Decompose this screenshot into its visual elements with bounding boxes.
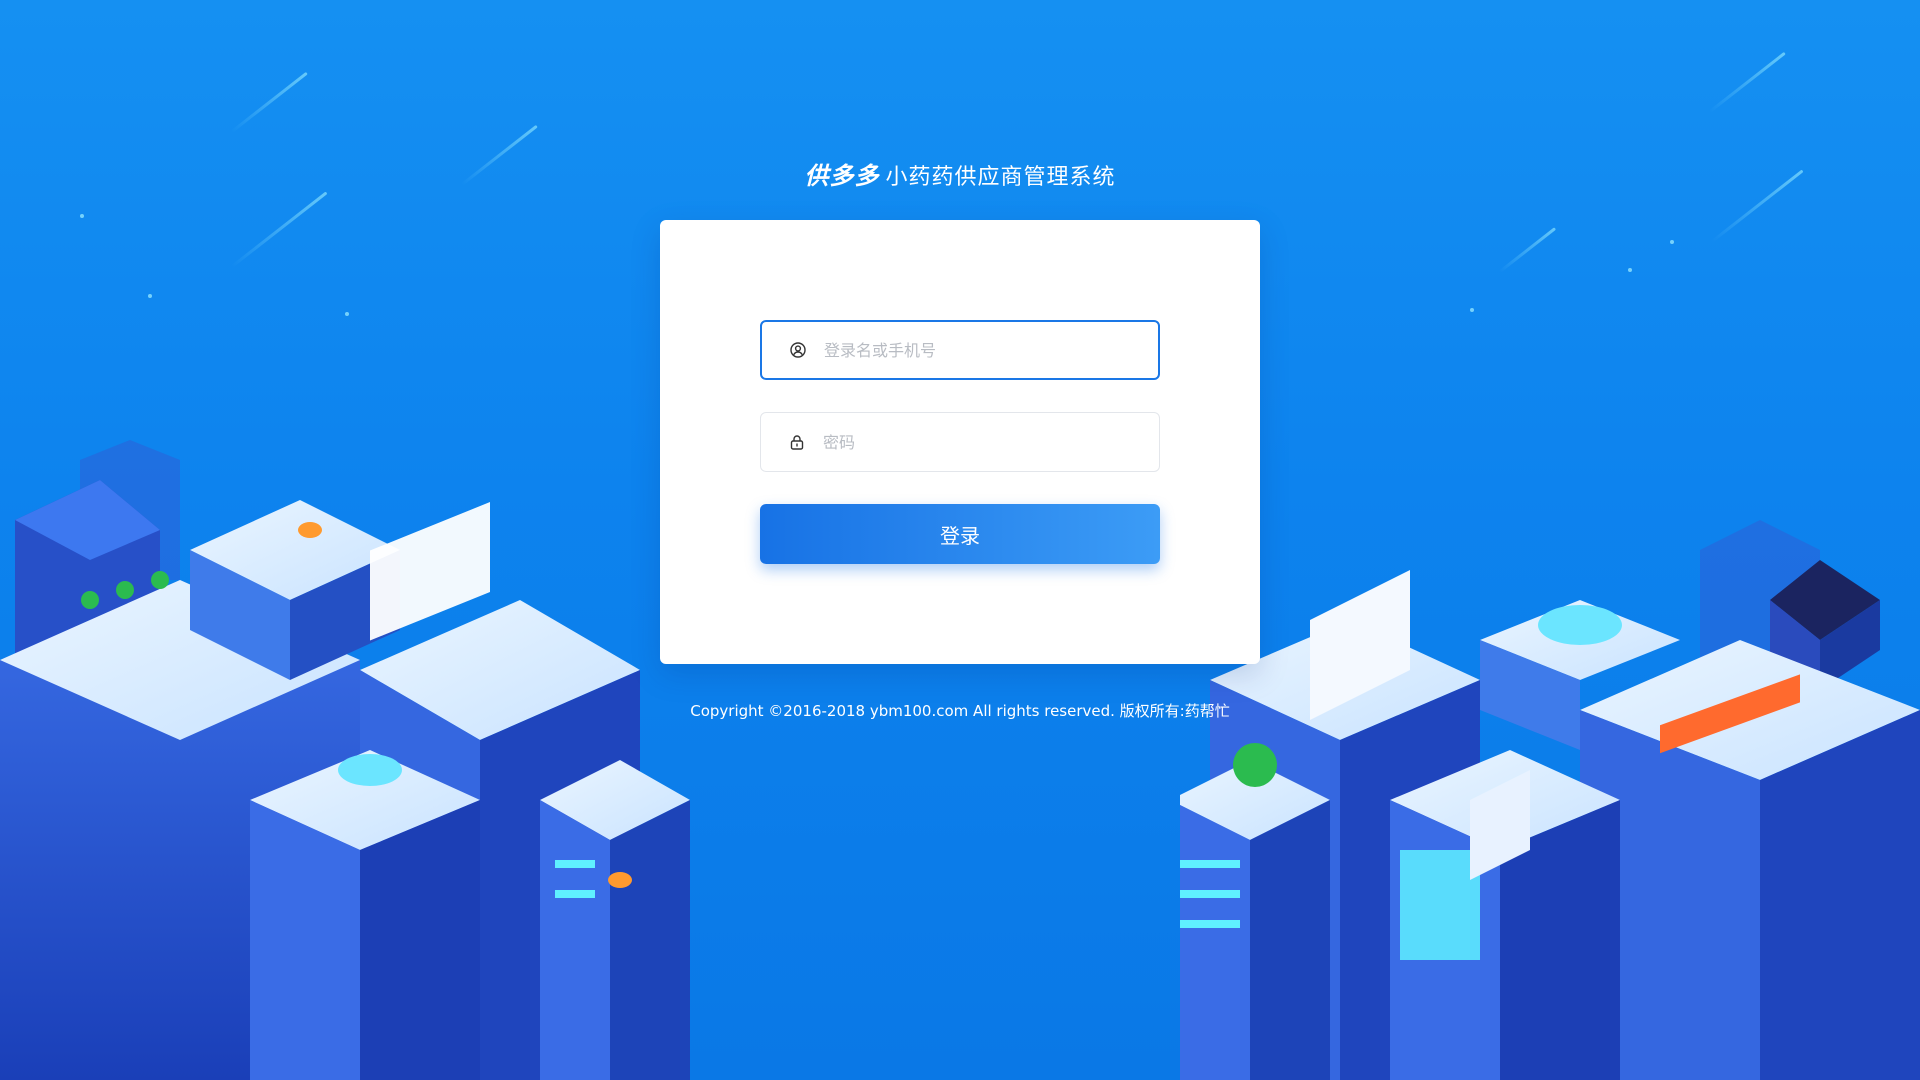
star-decoration — [1670, 240, 1674, 244]
password-input[interactable] — [821, 431, 1159, 453]
login-button[interactable]: 登录 — [760, 504, 1160, 564]
password-field[interactable] — [760, 412, 1160, 472]
star-decoration — [1628, 268, 1632, 272]
streak-decoration — [1499, 227, 1557, 273]
login-card: 登录 — [660, 220, 1260, 664]
left-city-illustration — [0, 440, 690, 1080]
right-city-illustration — [1180, 520, 1920, 1080]
username-input[interactable] — [822, 339, 1158, 361]
star-decoration — [1470, 308, 1474, 312]
star-decoration — [148, 294, 152, 298]
star-decoration — [80, 214, 84, 218]
user-icon — [790, 341, 808, 359]
lock-icon — [789, 433, 807, 451]
username-field[interactable] — [760, 320, 1160, 380]
streak-decoration — [231, 191, 328, 268]
page-header: 供多多 小药药供应商管理系统 — [0, 156, 1920, 191]
streak-decoration — [231, 71, 308, 133]
star-decoration — [345, 312, 349, 316]
streak-decoration — [1709, 51, 1786, 113]
system-title: 小药药供应商管理系统 — [885, 165, 1116, 190]
copyright-text: Copyright ©2016-2018 ybm100.com All righ… — [690, 702, 1230, 720]
brand-logo: 供多多 — [804, 162, 880, 190]
